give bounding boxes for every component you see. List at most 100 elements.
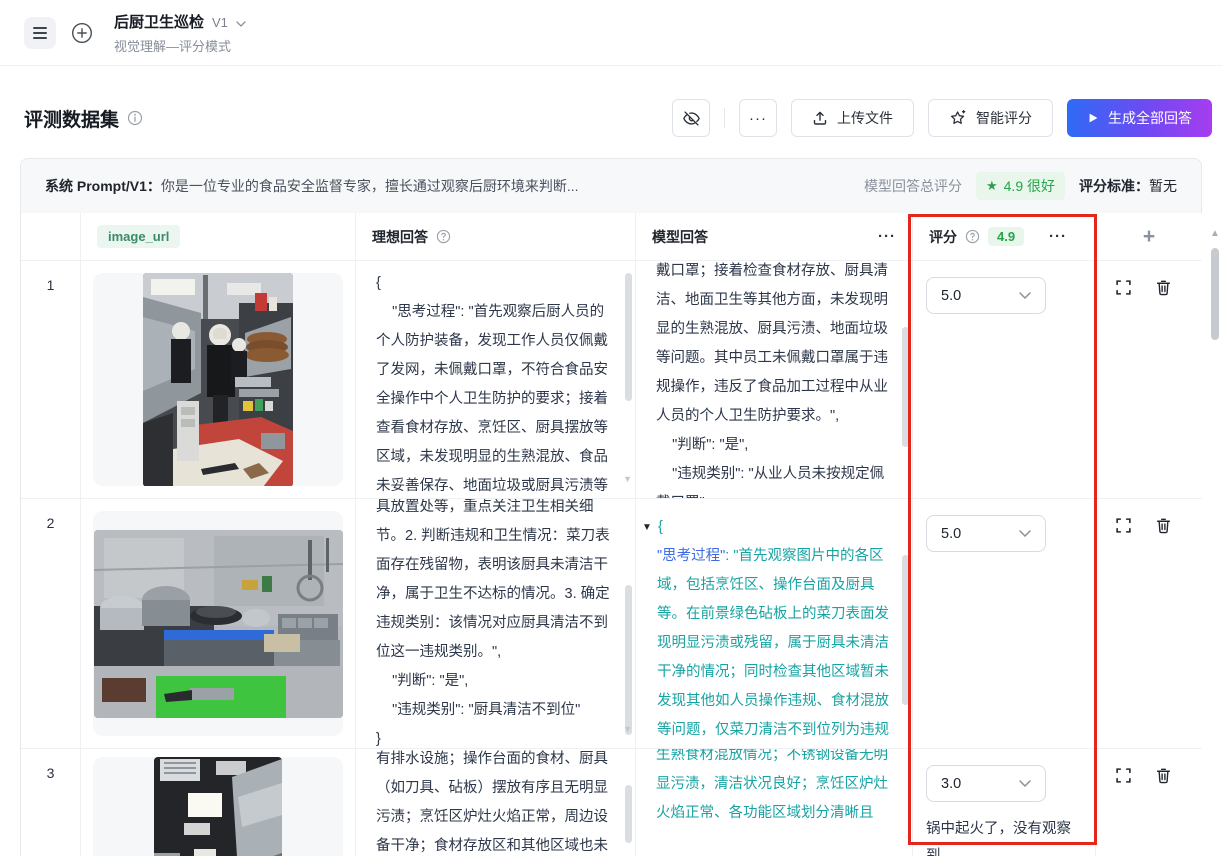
- header-image-url[interactable]: image_url: [81, 213, 356, 261]
- score-cell: 5.0: [913, 261, 1096, 499]
- row-number: 1: [21, 261, 81, 499]
- delete-row-button[interactable]: [1154, 279, 1172, 297]
- smart-score-button[interactable]: 智能评分: [928, 99, 1053, 137]
- trash-icon: [1155, 767, 1172, 784]
- expand-row-button[interactable]: [1114, 517, 1132, 535]
- criteria-value: 暂无: [1149, 178, 1177, 194]
- trash-icon: [1155, 517, 1172, 534]
- cell-scrollbar[interactable]: [625, 585, 632, 735]
- kitchen-photo-1[interactable]: [93, 273, 343, 486]
- criteria-text: 评分标准：暂无: [1079, 176, 1177, 196]
- trash-icon: [1155, 279, 1172, 296]
- expand-icon: [1115, 767, 1132, 784]
- play-icon: [1087, 112, 1099, 124]
- page-title: 评测数据集: [24, 105, 119, 132]
- upload-file-label: 上传文件: [837, 108, 893, 128]
- header-model-answer[interactable]: 模型回答 ···: [636, 213, 913, 261]
- score-column-more-icon[interactable]: ···: [1049, 228, 1067, 245]
- header-score[interactable]: 评分 4.9 ···: [913, 213, 1096, 261]
- score-value: 5.0: [941, 526, 961, 542]
- score-value: 3.0: [941, 776, 961, 792]
- score-label: 评分: [929, 227, 957, 247]
- ideal-answer-cell[interactable]: 有排水设施；操作台面的食材、厨具（如刀具、砧板）摆放有序且无明显污渍；烹饪区炉灶…: [356, 749, 636, 856]
- row-number: 2: [21, 499, 81, 749]
- ideal-answer-cell[interactable]: 具放置处等，重点关注卫生相关细节。2. 判断违规和卫生情况：菜刀表面存在残留物，…: [356, 499, 636, 749]
- add-column-button[interactable]: +: [1096, 213, 1202, 261]
- more-actions-button[interactable]: ···: [739, 99, 777, 137]
- cell-scrollbar[interactable]: [625, 273, 632, 401]
- row-actions-cell: [1096, 749, 1202, 856]
- dataset-table-card: 系统 Prompt/V1：你是一位专业的食品安全监督专家，擅长通过观察后厨环境来…: [20, 158, 1202, 856]
- system-prompt-bar[interactable]: 系统 Prompt/V1：你是一位专业的食品安全监督专家，擅长通过观察后厨环境来…: [21, 159, 1201, 213]
- total-score-value: 4.9 很好: [1004, 176, 1055, 196]
- project-version[interactable]: V1: [212, 15, 228, 30]
- more-dots-icon: ···: [749, 110, 767, 127]
- score-select[interactable]: 3.0: [926, 765, 1046, 802]
- hide-column-button[interactable]: [672, 99, 710, 137]
- delete-row-button[interactable]: [1154, 767, 1172, 785]
- hamburger-menu-icon[interactable]: [24, 17, 56, 49]
- scroll-down-icon[interactable]: ▼: [623, 715, 632, 744]
- image-cell: [81, 499, 356, 749]
- generate-all-label: 生成全部回答: [1108, 108, 1192, 128]
- image-cell: [81, 261, 356, 499]
- expand-icon: [1115, 517, 1132, 534]
- add-circle-icon[interactable]: [66, 17, 98, 49]
- model-answer-cell[interactable]: 戴口罩；接着检查食材存放、厨具清洁、地面卫生等其他方面，未发现明显的生熟混放、厨…: [636, 261, 913, 499]
- header-rownum: [21, 213, 81, 261]
- eye-off-icon: [682, 109, 701, 128]
- model-column-more-icon[interactable]: ···: [878, 228, 896, 245]
- scroll-up-icon[interactable]: ▲: [1210, 228, 1220, 239]
- row-actions-cell: [1096, 499, 1202, 749]
- ideal-answer-cell[interactable]: { "思考过程": "首先观察后厨人员的个人防护装备，发现工作人员仅佩戴了发网，…: [356, 261, 636, 499]
- cell-scrollbar[interactable]: [902, 327, 909, 447]
- project-title: 后厨卫生巡检: [114, 11, 204, 32]
- score-cell: 3.0 锅中起火了，没有观察到: [913, 749, 1096, 856]
- cell-scrollbar[interactable]: [902, 555, 909, 705]
- score-select[interactable]: 5.0: [926, 277, 1046, 314]
- system-prompt-label: 系统 Prompt/V1：: [45, 178, 161, 194]
- toolbar-divider: [724, 108, 725, 128]
- score-select[interactable]: 5.0: [926, 515, 1046, 552]
- criteria-label: 评分标准：: [1079, 178, 1149, 194]
- model-answer-cell[interactable]: 生熟食材混放情况；不锈钢设备无明显污渍，清洁状况良好；烹饪区炉灶火焰正常、各功能…: [636, 749, 913, 856]
- model-answer-cell[interactable]: ▼ { "思考过程": "首先观察图片中的各区域，包括烹饪区、操作台面及厨具等。…: [636, 499, 913, 749]
- score-cell: 5.0: [913, 499, 1096, 749]
- image-cell: [81, 749, 356, 856]
- ideal-answer-text: { "思考过程": "首先观察后厨人员的个人防护装备，发现工作人员仅佩戴了发网，…: [376, 269, 617, 499]
- expand-row-button[interactable]: [1114, 279, 1132, 297]
- system-prompt-preview: 你是一位专业的食品安全监督专家，擅长通过观察后厨环境来判断...: [161, 178, 579, 194]
- expand-icon: [1115, 279, 1132, 296]
- json-open-brace: {: [658, 513, 663, 542]
- cell-scrollbar[interactable]: [625, 785, 632, 843]
- app-header: 后厨卫生巡检 V1 视觉理解—评分模式: [0, 0, 1222, 66]
- row-actions-cell: [1096, 261, 1202, 499]
- question-circle-icon[interactable]: [965, 229, 980, 244]
- star-icon: ★: [986, 178, 998, 194]
- score-average-badge: 4.9: [988, 227, 1024, 246]
- expand-row-button[interactable]: [1114, 767, 1132, 785]
- image-url-column-badge[interactable]: image_url: [97, 225, 180, 248]
- model-answer-text: 戴口罩；接着检查食材存放、厨具清洁、地面卫生等其他方面，未发现明显的生熟混放、厨…: [656, 261, 894, 499]
- header-ideal-answer[interactable]: 理想回答: [356, 213, 636, 261]
- toolbar: 评测数据集 ··· 上传文件: [24, 96, 1212, 140]
- star-sparkle-icon: [949, 109, 967, 127]
- generate-all-button[interactable]: 生成全部回答: [1067, 99, 1212, 137]
- scroll-down-icon[interactable]: ▼: [623, 465, 632, 494]
- row-number: 3: [21, 749, 81, 856]
- model-answer-text: : "首先观察图片中的各区域，包括烹饪区、操作台面及厨具等。在前景绿色砧板上的菜…: [657, 548, 889, 749]
- upload-file-button[interactable]: 上传文件: [791, 99, 914, 137]
- page: 后厨卫生巡检 V1 视觉理解—评分模式 评测数据集 ···: [0, 0, 1222, 856]
- chevron-down-icon[interactable]: [236, 21, 246, 27]
- main-scrollbar-thumb[interactable]: [1211, 248, 1219, 340]
- kitchen-photo-3[interactable]: [93, 757, 343, 856]
- main-scrollbar[interactable]: ▲: [1210, 220, 1220, 856]
- plus-icon: +: [1143, 225, 1155, 249]
- score-comment[interactable]: 锅中起火了，没有观察到: [926, 816, 1084, 856]
- collapse-caret-icon[interactable]: ▼: [642, 513, 658, 542]
- delete-row-button[interactable]: [1154, 517, 1172, 535]
- kitchen-photo-2[interactable]: [93, 511, 343, 736]
- dataset-table: image_url 理想回答 模型回答 ··· 评分 4.9 ··· + 1: [21, 213, 1201, 856]
- question-circle-icon[interactable]: [436, 229, 451, 244]
- info-icon[interactable]: [127, 110, 143, 126]
